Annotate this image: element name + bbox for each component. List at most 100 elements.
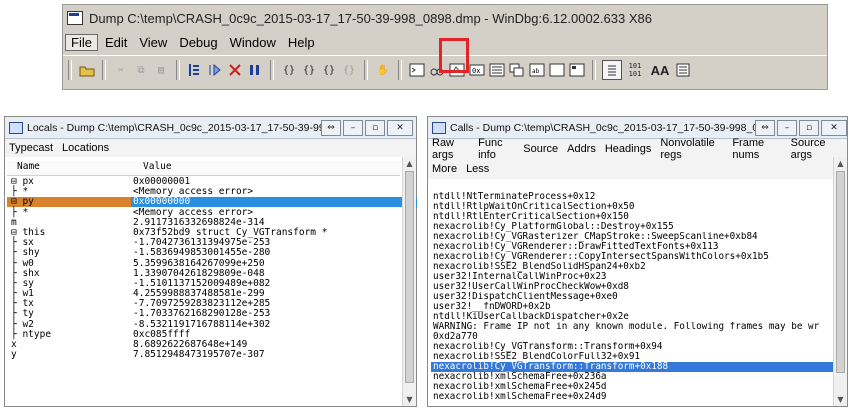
- call-stack-frame[interactable]: nexacrolib!Cy_VGRenderer::DrawFittedText…: [431, 242, 833, 252]
- menu-window[interactable]: Window: [225, 35, 281, 50]
- calls-option[interactable]: Less: [466, 163, 489, 175]
- call-stack-frame[interactable]: nexacrolib!Cy_VGTransform::Transform+0x1…: [431, 362, 833, 372]
- options-icon[interactable]: [674, 61, 692, 79]
- dock-icon[interactable]: ⇔: [321, 120, 341, 136]
- locals-options-bar: Typecast Locations: [5, 139, 416, 157]
- registers-window-icon[interactable]: 0x: [468, 61, 486, 79]
- processes-threads-icon[interactable]: [568, 61, 586, 79]
- paste-icon[interactable]: ▤: [152, 61, 170, 79]
- step-into-icon[interactable]: {}: [280, 61, 298, 79]
- menu-help[interactable]: Help: [283, 35, 320, 50]
- scroll-up-icon[interactable]: ▲: [403, 157, 416, 170]
- dock-icon[interactable]: ⇔: [755, 120, 775, 136]
- scroll-thumb[interactable]: [405, 171, 414, 383]
- locals-header: Name Value: [7, 161, 400, 176]
- step-out-icon[interactable]: {}: [320, 61, 338, 79]
- restore-icon[interactable]: ▫: [799, 120, 819, 136]
- call-stack-frame[interactable]: nexacrolib!xmlSchemaFree+0x245d: [431, 382, 833, 392]
- toolbar-separator: [592, 60, 596, 80]
- scroll-up-icon[interactable]: ▲: [834, 157, 847, 170]
- menu-bar: File Edit View Debug Window Help: [63, 32, 320, 52]
- minimize-icon[interactable]: –: [343, 120, 363, 136]
- calls-option[interactable]: Source: [523, 143, 558, 155]
- call-stack-frame[interactable]: nexacrolib!Cy_VGTransform::Transform+0x9…: [431, 342, 833, 352]
- windbg-main-window: Dump C:\temp\CRASH_0c9c_2015-03-17_17-50…: [62, 4, 828, 90]
- toolbar-separator: [176, 60, 180, 80]
- call-stack-frame[interactable]: user32!InternalCallWinProc+0x23: [431, 272, 833, 282]
- call-stack-frame[interactable]: nexacrolib!SSE2_BlendColorFull32+0x91: [431, 352, 833, 362]
- menu-edit[interactable]: Edit: [100, 35, 132, 50]
- copy-icon[interactable]: ⧉: [132, 61, 150, 79]
- calls-option[interactable]: Frame nums: [732, 137, 781, 161]
- column-header-value[interactable]: Value: [133, 161, 172, 175]
- toolbar-separator: [102, 60, 106, 80]
- call-stack-frame[interactable]: user32!UserCallWinProcCheckWow+0xd8: [431, 282, 833, 292]
- scroll-down-icon[interactable]: ▼: [834, 393, 847, 406]
- memory-window-icon[interactable]: [488, 61, 506, 79]
- call-stack-frame[interactable]: nexacrolib!SSE2_BlendSolidHSpan24+0xb2: [431, 262, 833, 272]
- call-stack-frame[interactable]: nexacrolib!Cy_VGRasterizer_CMapStroke::S…: [431, 232, 833, 242]
- breakpoint-hand-icon[interactable]: ✋: [374, 61, 392, 79]
- toolbar-separator: [270, 60, 274, 80]
- disassembly-window-icon[interactable]: ab: [528, 61, 546, 79]
- calls-title: Calls - Dump C:\temp\CRASH_0c9c_2015-03-…: [450, 121, 760, 134]
- call-stack-frame[interactable]: nexacrolib!Cy_VGRenderer::CopyIntersectS…: [431, 252, 833, 262]
- toolbar-separator: [68, 60, 72, 80]
- locals-row[interactable]: ├ * <Memory access error>: [7, 186, 400, 197]
- break-icon[interactable]: [246, 61, 264, 79]
- title-bar: Dump C:\temp\CRASH_0c9c_2015-03-17_17-50…: [63, 5, 827, 31]
- cut-icon[interactable]: ✂: [112, 61, 130, 79]
- calls-option[interactable]: Headings: [605, 143, 651, 155]
- calls-option[interactable]: Func info: [478, 137, 514, 161]
- scroll-down-icon[interactable]: ▼: [403, 393, 416, 406]
- call-stack-frame[interactable]: user32!DispatchClientMessage+0xe0: [431, 292, 833, 302]
- calls-option[interactable]: Nonvolatile regs: [660, 137, 723, 161]
- call-stack-frame[interactable]: ntdll!KiUserCallbackDispatcher+0x2e: [431, 312, 833, 322]
- restore-icon[interactable]: ▫: [365, 120, 385, 136]
- call-stack-frame[interactable]: ntdll!RtlpWaitOnCriticalSection+0x50: [431, 202, 833, 212]
- call-stack-frame[interactable]: 0xd2a770: [431, 332, 833, 342]
- calls-scrollbar[interactable]: ▲ ▼: [833, 157, 847, 406]
- scroll-thumb[interactable]: [836, 171, 845, 373]
- close-icon[interactable]: ✕: [387, 120, 413, 136]
- calls-options-row-1: Raw args Func info Source Addrs Headings Nonv…: [428, 137, 847, 161]
- locals-row[interactable]: ├ w2 -8.5321191716788114e+302: [7, 319, 400, 330]
- locals-row[interactable]: ├ shy -1.5836949853001455e-280: [7, 248, 400, 258]
- restart-icon[interactable]: [206, 61, 224, 79]
- source-mode-icon[interactable]: [602, 60, 622, 80]
- font-button[interactable]: AA: [648, 61, 672, 79]
- call-stack-frame[interactable]: nexacrolib!xmlSchemaFree+0x236a: [431, 372, 833, 382]
- calls-option[interactable]: Raw args: [432, 137, 469, 161]
- hex-display-icon[interactable]: 101 101: [624, 61, 646, 79]
- close-icon[interactable]: ✕: [821, 120, 847, 136]
- column-header-name[interactable]: Name: [7, 161, 133, 175]
- svg-text:0x: 0x: [472, 67, 480, 75]
- menu-view[interactable]: View: [134, 35, 172, 50]
- locals-window-buttons: ⇔ – ▫ ✕: [321, 120, 413, 136]
- go-icon[interactable]: [186, 61, 204, 79]
- call-stack-frame[interactable]: nexacrolib!xmlSchemaFree+0x24d9: [431, 392, 833, 402]
- command-window-icon[interactable]: [408, 61, 426, 79]
- minimize-icon[interactable]: –: [777, 120, 797, 136]
- calls-option[interactable]: Addrs: [567, 143, 596, 155]
- stop-debugging-icon[interactable]: [226, 61, 244, 79]
- call-stack-window-icon[interactable]: [508, 61, 526, 79]
- step-over-icon[interactable]: {}: [300, 61, 318, 79]
- locals-scrollbar[interactable]: ▲ ▼: [402, 157, 416, 406]
- menu-debug[interactable]: Debug: [174, 35, 222, 50]
- call-stack-frame[interactable]: ntdll!NtTerminateProcess+0x12: [431, 192, 833, 202]
- call-stack-frame[interactable]: WARNING: Frame IP not in any known modul…: [431, 322, 833, 332]
- locals-row[interactable]: y 7.8512948473195707e-307: [7, 349, 400, 360]
- locals-option-locations[interactable]: Locations: [62, 142, 109, 154]
- locals-option-typecast[interactable]: Typecast: [9, 142, 53, 154]
- calls-option[interactable]: More: [432, 163, 457, 175]
- calls-option[interactable]: Source args: [791, 137, 838, 161]
- call-stack-frame[interactable]: ntdll!RtlEnterCriticalSection+0x150: [431, 212, 833, 222]
- call-stack-frame[interactable]: nexacrolib!Cy_PlatformGlobal::Destroy+0x…: [431, 222, 833, 232]
- open-folder-icon[interactable]: [78, 61, 96, 79]
- run-to-cursor-icon[interactable]: {}: [340, 61, 358, 79]
- scratch-pad-icon[interactable]: [548, 61, 566, 79]
- locals-title: Locals - Dump C:\temp\CRASH_0c9c_2015-03…: [27, 121, 327, 134]
- menu-file[interactable]: File: [65, 33, 98, 51]
- call-stack-frame[interactable]: user32!__fnDWORD+0x2b: [431, 302, 833, 312]
